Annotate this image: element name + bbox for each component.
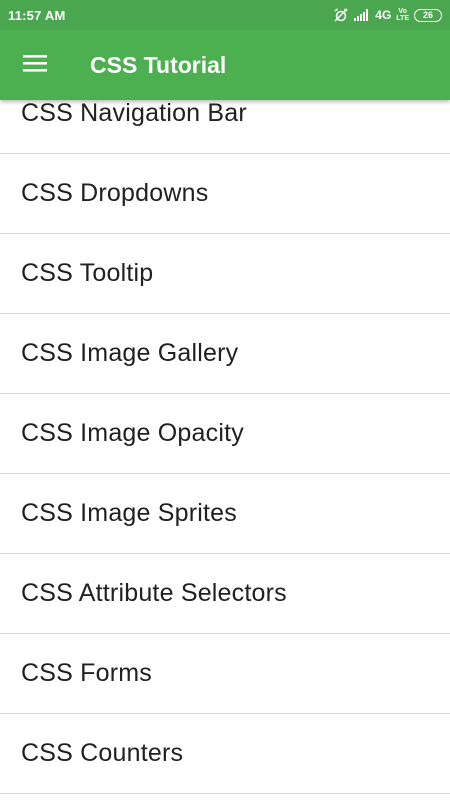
list-item-label: CSS Navigation Bar (21, 100, 247, 127)
topic-list: CSS Navigation Bar CSS Dropdowns CSS Toolt… (0, 100, 450, 800)
list-item-label: CSS Counters (21, 739, 184, 767)
app-title: CSS Tutorial (90, 51, 227, 78)
list-item[interactable]: CSS Image Gallery (0, 314, 450, 394)
list-item[interactable]: CSS Navigation Bar (0, 100, 450, 154)
list-item-label: CSS Dropdowns (21, 179, 209, 207)
list-item[interactable]: CSS Attribute Selectors (0, 554, 450, 634)
list-item[interactable]: CSS Counters (0, 714, 450, 794)
menu-button[interactable] (0, 30, 70, 100)
signal-strength-icon (354, 9, 370, 21)
volte-bottom: LTE (396, 15, 409, 22)
list-item-label: CSS Attribute Selectors (21, 579, 287, 607)
status-icons: 4G Vo LTE 26 (333, 8, 442, 22)
list-item[interactable]: CSS Dropdowns (0, 154, 450, 234)
network-type: 4G (375, 8, 392, 22)
status-bar: 11:57 AM 4G Vo LTE 26 (0, 0, 450, 30)
status-time: 11:57 AM (8, 7, 66, 23)
list-item[interactable]: CSS Image Opacity (0, 394, 450, 474)
app-screen: 11:57 AM 4G Vo LTE 26 CSS Tutorial CSS N… (0, 0, 450, 800)
volte-top: Vo (398, 8, 407, 15)
list-item[interactable]: CSS Tooltip (0, 234, 450, 314)
list-item-label: CSS Image Gallery (21, 339, 239, 367)
alarm-off-icon (333, 8, 349, 22)
battery-level: 26 (422, 9, 433, 20)
topic-list-scroll[interactable]: CSS Navigation Bar CSS Dropdowns CSS Toolt… (0, 100, 450, 794)
battery-icon: 26 (414, 8, 442, 22)
app-bar: CSS Tutorial (0, 30, 450, 100)
list-item-label: CSS Image Sprites (21, 499, 237, 527)
list-item-label: CSS Image Opacity (21, 419, 244, 447)
volte-indicator: Vo LTE (396, 8, 409, 22)
list-item[interactable]: CSS Forms (0, 634, 450, 714)
list-item-label: CSS Tooltip (21, 259, 154, 287)
hamburger-menu-icon (22, 53, 48, 78)
list-item-label: CSS Forms (21, 659, 152, 687)
list-item[interactable]: CSS Image Sprites (0, 474, 450, 554)
